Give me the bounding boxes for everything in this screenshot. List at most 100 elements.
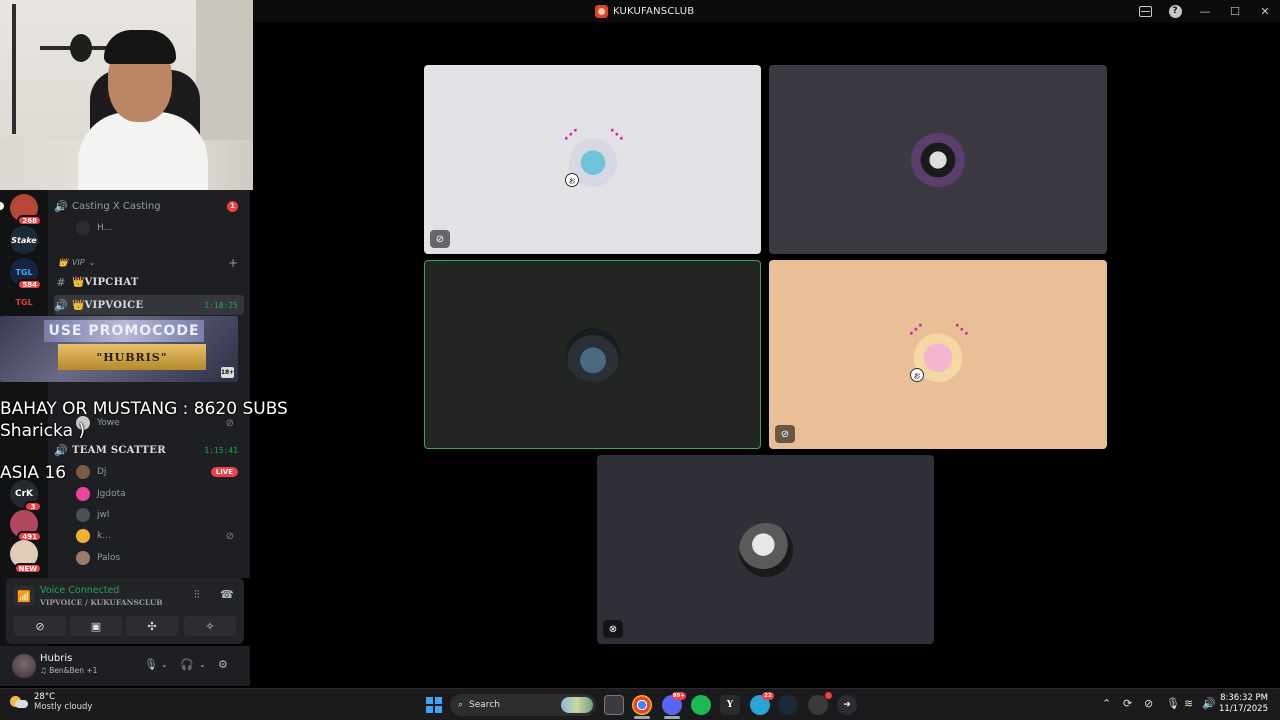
overlay-line-2: Sharicka ) (0, 421, 86, 441)
sync-icon[interactable]: ⟳ (1123, 697, 1132, 710)
voice-user[interactable]: H... (76, 218, 244, 238)
user-name: H... (97, 223, 113, 233)
voice-status[interactable]: Voice Connected (40, 585, 119, 596)
server-crk-label: CrK (14, 489, 34, 499)
server-crk[interactable]: CrK 3 (10, 480, 42, 512)
weather-desc: Mostly cloudy (34, 702, 93, 712)
taskbar-search[interactable]: ⌕ Search (450, 694, 596, 716)
crown-icon: 👑 (72, 276, 85, 288)
server-tgl-red[interactable]: TGL (10, 288, 38, 316)
overlay-line-3: ASIA 16 (0, 463, 67, 483)
microphone-icon[interactable]: 🎙 (1166, 697, 1180, 710)
channel-vipchat[interactable]: # 👑 VIPCHAT (54, 272, 244, 292)
promo-title: USE PROMOCODE (44, 320, 204, 342)
participant-tile[interactable] (769, 65, 1107, 254)
search-icon: ⌕ (458, 700, 464, 710)
muted-icon: ⊘ (430, 230, 450, 248)
live-badge: LIVE (210, 467, 238, 477)
voice-user[interactable]: Palos (76, 548, 244, 568)
avatar (911, 132, 965, 187)
channel-vipvoice[interactable]: 🔊 👑 VIPVOICE 1:18:25 (54, 295, 244, 315)
discord-icon[interactable]: 99+ (662, 692, 686, 715)
add-channel-icon[interactable]: + (228, 256, 238, 270)
server-stake[interactable]: Stake (10, 226, 38, 254)
start-button[interactable] (426, 697, 442, 713)
disconnect-icon[interactable]: ☎ (220, 588, 234, 601)
muted-icon: ⊘ (225, 417, 234, 429)
screen-share-icon: ▣ (90, 619, 102, 633)
mention-badge: 1 (227, 200, 238, 212)
participant-tile-speaking[interactable] (424, 260, 761, 449)
steam-icon[interactable] (778, 695, 798, 715)
help-button[interactable]: ? (1160, 0, 1190, 22)
channel-team-scatter[interactable]: 🔊 TEAM SCATTER 1:15:41 (54, 440, 244, 460)
activities-button[interactable]: ✣ (126, 616, 178, 636)
server-anime[interactable]: 491 (10, 510, 42, 542)
inbox-button[interactable] (1130, 0, 1160, 22)
voice-user[interactable]: k... ⊘ (76, 526, 244, 546)
partly-cloudy-icon (10, 694, 28, 710)
participant-tile[interactable]: ⋰ ⋱ ぉ ⊘ (424, 65, 761, 254)
avatar (76, 221, 90, 235)
screen-share-button[interactable]: ▣ (70, 616, 122, 636)
system-clock[interactable]: 8:36:32 PM 11/17/2025 (1219, 693, 1268, 715)
app-icon[interactable] (808, 692, 832, 715)
user-name: Palos (97, 553, 121, 563)
soundboard-button[interactable]: ✧ (184, 616, 236, 636)
voice-channel-path[interactable]: VIPVOICE / KUKUFANSCLUB (40, 598, 163, 607)
channel-casting[interactable]: 🔊 Casting X Casting 1 (54, 196, 244, 216)
notifications-off-icon[interactable]: ⊘ (1144, 697, 1153, 710)
volume-icon[interactable]: 🔊 (1202, 697, 1216, 710)
minimize-button[interactable]: — (1190, 0, 1220, 22)
maximize-button[interactable]: ☐ (1220, 0, 1250, 22)
signal-icon[interactable]: 📶 (14, 586, 34, 606)
user-activity: ♫ Ben&Ben +1 (40, 666, 98, 675)
yandex-icon[interactable]: Y (720, 695, 740, 715)
server-tgl[interactable]: TGL 584 (10, 258, 42, 290)
active-app-indicator (634, 716, 650, 719)
voice-user[interactable]: Dj LIVE (76, 462, 244, 482)
arrow-app-icon[interactable]: ➜ (837, 695, 857, 715)
headphones-icon[interactable]: 🎧 (180, 658, 194, 671)
weather-widget[interactable]: 28°C Mostly cloudy (10, 692, 92, 712)
help-icon: ? (1168, 4, 1182, 18)
file-explorer-icon[interactable] (604, 695, 624, 715)
camera-button[interactable]: ⊘ (14, 616, 66, 636)
category-vip[interactable]: 👑 VIP ⌄ (58, 258, 95, 267)
crown-icon: 👑 (72, 299, 85, 311)
wifi-icon[interactable]: ≋ (1184, 697, 1193, 710)
server-new[interactable]: NEW (10, 540, 42, 574)
decoration-badge: ぉ (910, 368, 924, 382)
discord-server-icon (595, 4, 608, 18)
voice-user[interactable]: Jgdota (76, 484, 244, 504)
microphone-icon[interactable]: 🎙 (144, 658, 158, 671)
camera-off-icon: ⊘ (35, 619, 45, 633)
user-panel: Hubris ♫ Ben&Ben +1 🎙 ⌄ 🎧 ⌄ ⚙ (0, 646, 250, 686)
chevron-down-icon[interactable]: ⌄ (199, 660, 206, 669)
user-name[interactable]: Hubris (40, 653, 72, 664)
telegram-icon[interactable]: 22 (750, 692, 774, 715)
avatar (76, 529, 90, 543)
settings-gear-icon[interactable]: ⚙ (218, 658, 228, 671)
avatar[interactable] (12, 654, 36, 678)
chevron-down-icon[interactable]: ⌄ (161, 660, 168, 669)
window-title-text: KUKUFANSCLUB (613, 5, 695, 17)
close-button[interactable]: ✕ (1250, 0, 1280, 22)
notification-badge: 22 (762, 692, 774, 700)
avatar (565, 327, 620, 382)
chevron-up-icon[interactable]: ⌃ (1102, 697, 1111, 710)
channel-name: VIPCHAT (84, 276, 139, 288)
voice-user[interactable]: jwl (76, 505, 244, 525)
server-streamer[interactable]: 268 (10, 194, 42, 226)
spotify-icon[interactable] (691, 695, 711, 715)
clock-date: 11/17/2025 (1219, 704, 1268, 714)
search-highlight-image (561, 697, 593, 713)
call-duration: 1:15:41 (204, 445, 238, 455)
participant-tile[interactable]: ⋰ ⋱ ぉ ⊘ (769, 260, 1107, 449)
participant-tile[interactable]: ⊗ (597, 455, 934, 644)
decoration-badge: ぉ (565, 173, 579, 187)
chrome-icon[interactable] (632, 695, 652, 715)
noise-suppression-icon[interactable]: ⫶⫶ (194, 588, 200, 602)
notification-dot (825, 692, 832, 699)
avatar (76, 465, 90, 479)
